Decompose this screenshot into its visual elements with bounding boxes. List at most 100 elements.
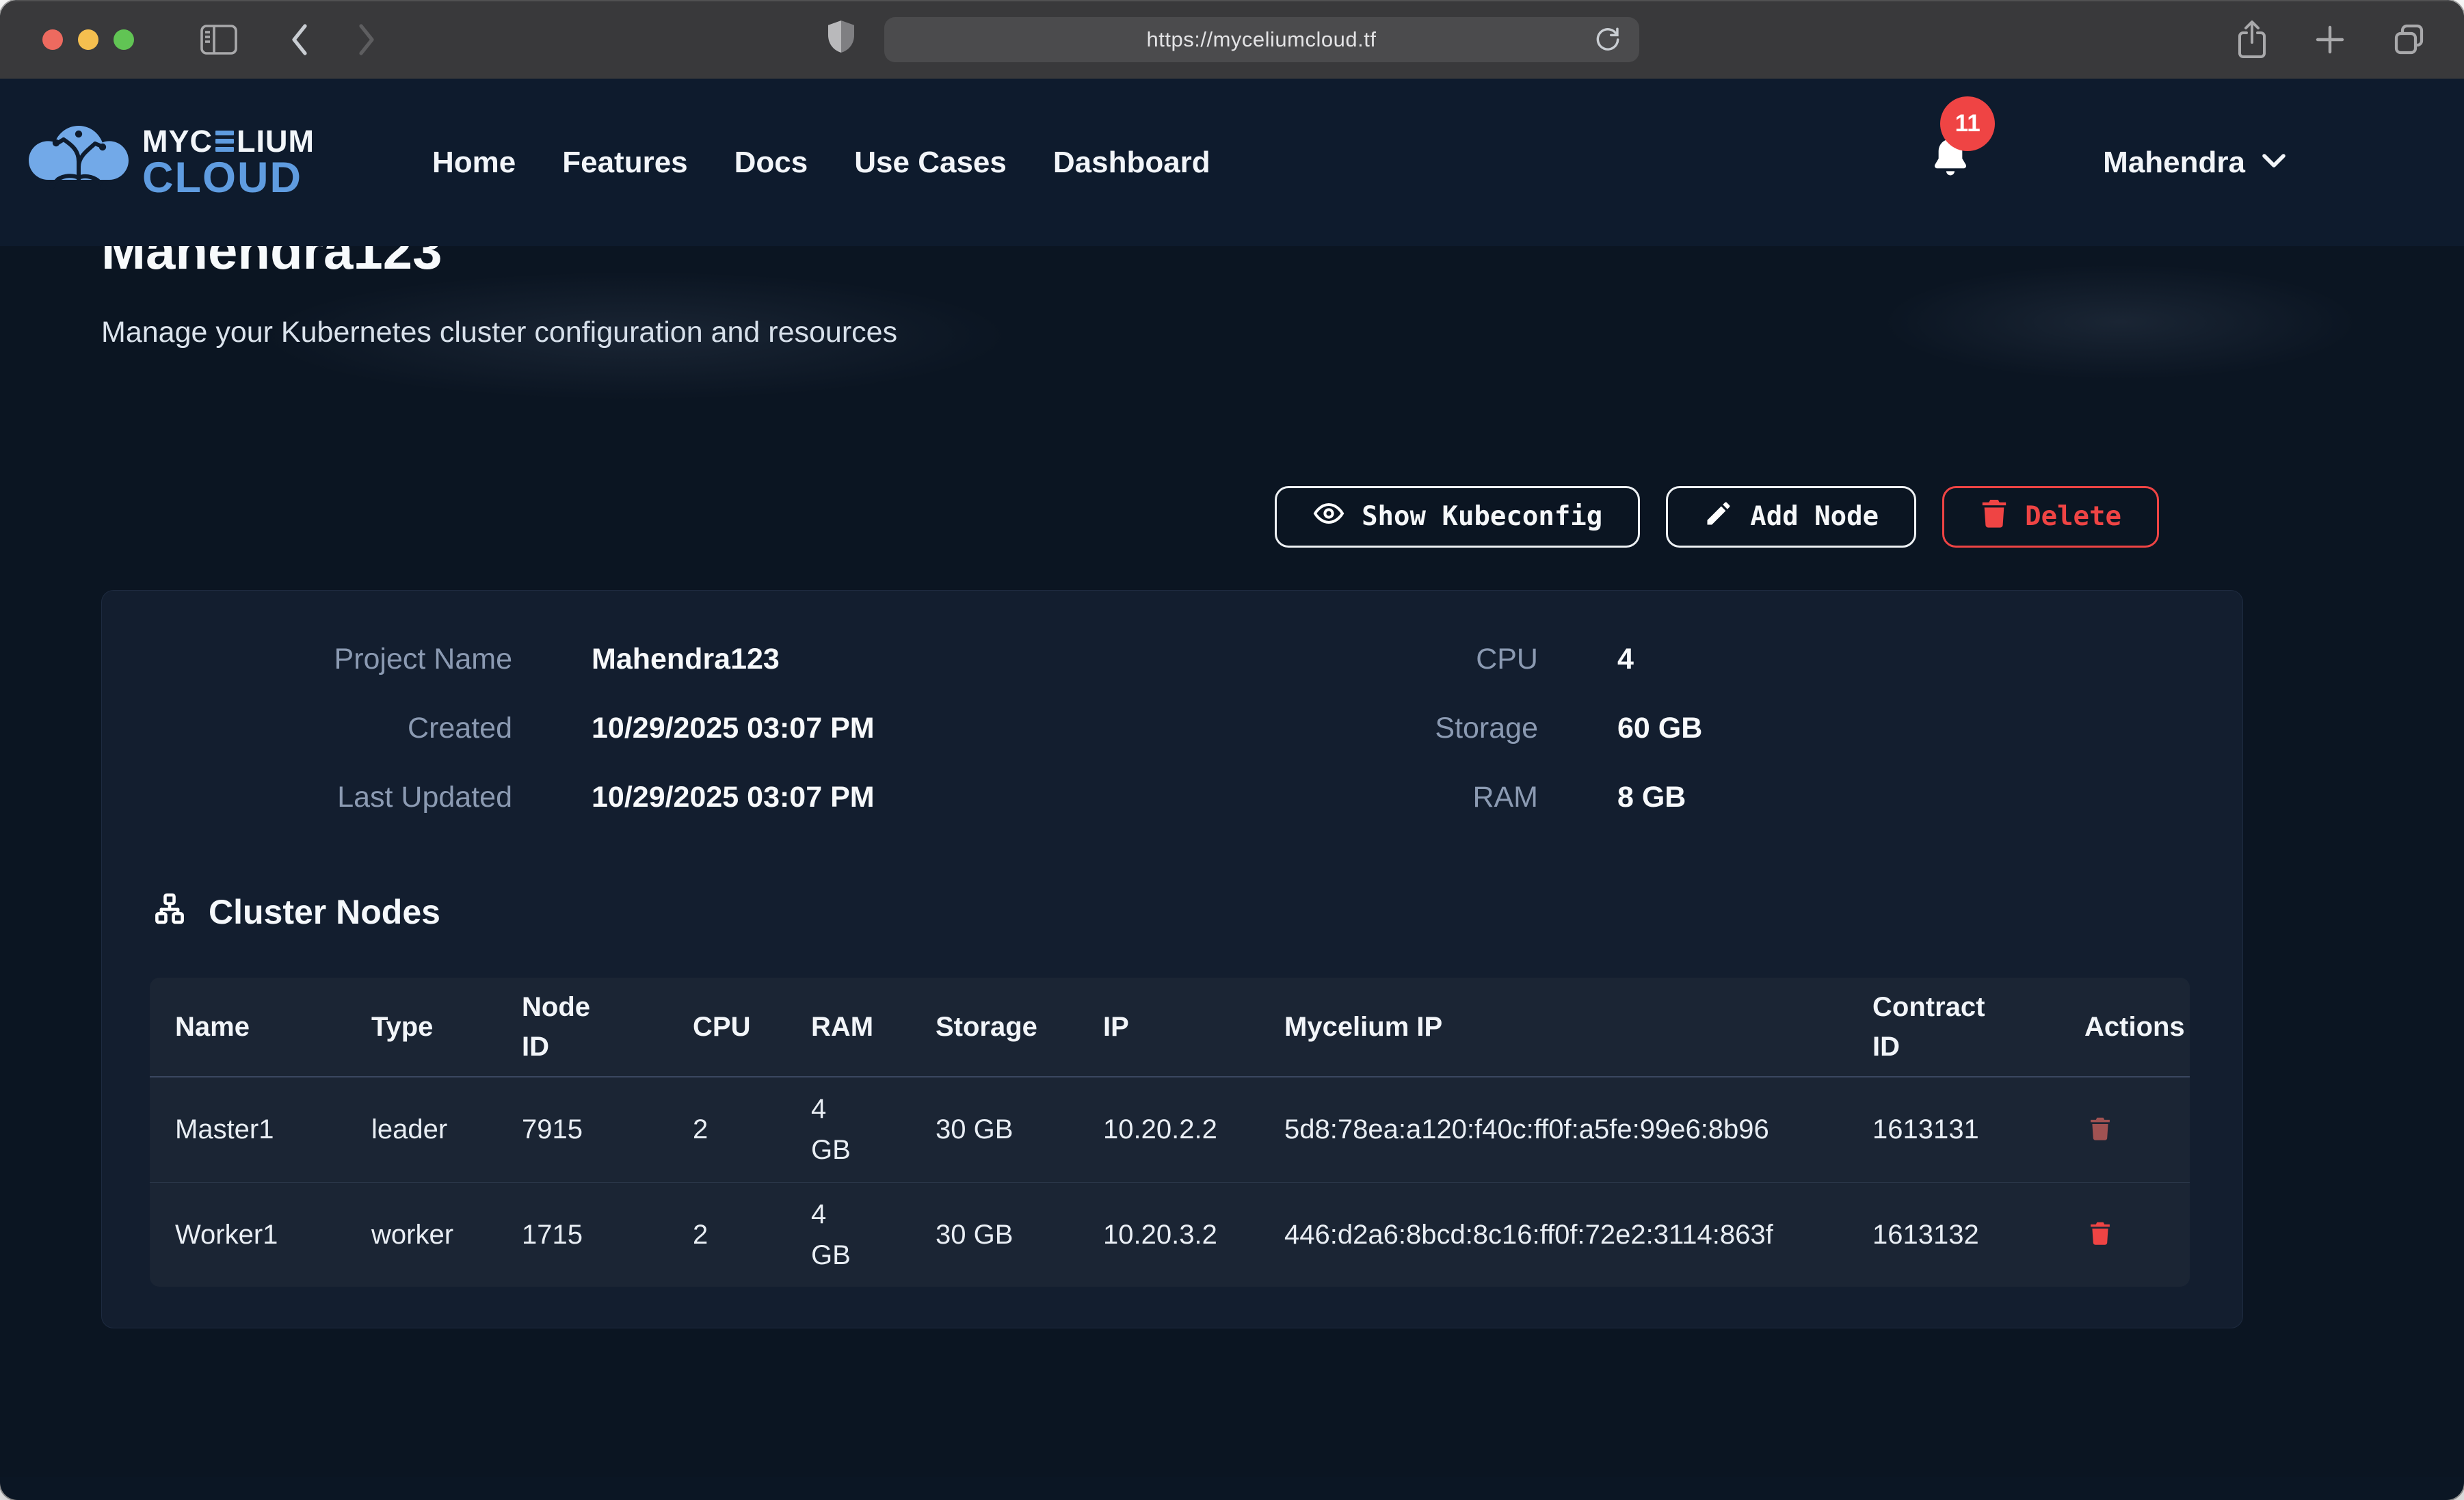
cell-value: 7915 xyxy=(522,1114,583,1144)
show-kubeconfig-button[interactable]: Show Kubeconfig xyxy=(1275,486,1640,548)
column-header-name: Name xyxy=(150,997,346,1056)
nav-link-dashboard[interactable]: Dashboard xyxy=(1053,146,1210,180)
browser-toolbar: https://myceliumcloud.tf xyxy=(0,0,2464,79)
storage-value: 60 GB xyxy=(1617,712,1702,745)
table-body: Master1leader791524 GB30 GB10.20.2.25d8:… xyxy=(150,1077,2190,1287)
cell-value: 30 GB xyxy=(936,1114,1013,1144)
column-header-label: Name xyxy=(175,1007,250,1047)
back-icon xyxy=(286,22,313,57)
cell-actions xyxy=(2059,1207,2190,1262)
ram-value: 8 GB xyxy=(1617,781,1702,814)
cell-value: worker xyxy=(371,1220,453,1250)
add-node-button[interactable]: Add Node xyxy=(1666,486,1916,548)
tab-overview-icon xyxy=(2390,21,2428,59)
add-node-label: Add Node xyxy=(1750,501,1879,532)
created-value: 10/29/2025 03:07 PM xyxy=(592,712,1176,745)
brand-lium: LIUM xyxy=(237,126,315,157)
column-header-ram: RAM xyxy=(786,997,910,1056)
column-header-label: Storage xyxy=(936,1007,1037,1047)
brand-wordmark: MYC LIUM CLOUD xyxy=(142,126,315,200)
nav-link-home[interactable]: Home xyxy=(432,146,516,180)
zoom-icon[interactable] xyxy=(114,29,134,50)
brand-e-glyph-icon xyxy=(215,131,234,152)
column-header-label: Contract ID xyxy=(1872,987,1997,1067)
cell-value: 4 GB xyxy=(811,1088,853,1170)
cell-ram: 4 GB xyxy=(786,1184,910,1285)
column-header-actions: Actions xyxy=(2059,997,2190,1056)
forward-icon xyxy=(353,22,380,57)
delete-node-button[interactable] xyxy=(2084,1216,2116,1253)
table-row: Master1leader791524 GB30 GB10.20.2.25d8:… xyxy=(150,1077,2190,1182)
cell-value: Master1 xyxy=(175,1114,274,1144)
detail-label: CPU xyxy=(1176,643,1538,676)
table-header-row: NameTypeNode IDCPURAMStorageIPMycelium I… xyxy=(150,978,2190,1077)
column-header-label: IP xyxy=(1103,1007,1129,1047)
brand-logo[interactable]: MYC LIUM CLOUD xyxy=(27,120,315,204)
cell-value: Worker1 xyxy=(175,1220,278,1250)
sidebar-toggle-button[interactable] xyxy=(200,24,238,55)
cell-ip: 10.20.3.2 xyxy=(1078,1205,1259,1265)
cell-name: Master1 xyxy=(150,1099,346,1160)
page-subtitle: Manage your Kubernetes cluster configura… xyxy=(101,316,2363,349)
cell-value: 1613131 xyxy=(1872,1114,1979,1144)
user-name: Mahendra xyxy=(2103,146,2245,180)
column-header-label: Type xyxy=(371,1007,433,1047)
mycelium-cloud-logo-icon xyxy=(27,120,130,204)
cell-contract-id: 1613132 xyxy=(1847,1205,2059,1265)
share-button[interactable] xyxy=(2234,19,2270,60)
column-header-storage: Storage xyxy=(910,997,1078,1056)
reload-icon xyxy=(1593,23,1623,56)
details-right: CPU 4 Storage 60 GB RAM 8 GB xyxy=(1176,643,1702,814)
column-header-type: Type xyxy=(346,997,496,1056)
detail-label: Storage xyxy=(1176,712,1538,745)
forward-button[interactable] xyxy=(353,22,380,57)
close-icon[interactable] xyxy=(42,29,63,50)
column-header-contract-id: Contract ID xyxy=(1847,978,2059,1076)
cell-value: 10.20.2.2 xyxy=(1103,1114,1217,1144)
app-navbar: MYC LIUM CLOUD Home Features Docs Use Cases… xyxy=(0,79,2464,246)
delete-label: Delete xyxy=(2025,501,2121,532)
cell-value: 2 xyxy=(693,1114,708,1144)
minimize-icon[interactable] xyxy=(78,29,98,50)
column-header-label: Mycelium IP xyxy=(1284,1007,1442,1047)
cell-value: leader xyxy=(371,1114,447,1144)
nav-link-docs[interactable]: Docs xyxy=(734,146,808,180)
column-header-mycelium-ip: Mycelium IP xyxy=(1259,997,1847,1056)
notifications-button[interactable]: 11 xyxy=(1928,136,1973,189)
browser-window: https://myceliumcloud.tf xyxy=(0,0,2464,1500)
eye-icon xyxy=(1312,497,1345,537)
delete-cluster-button[interactable]: Delete xyxy=(1942,486,2159,548)
detail-label: Created xyxy=(150,712,512,745)
brand-myc: MYC xyxy=(142,126,213,157)
nodes-table: NameTypeNode IDCPURAMStorageIPMycelium I… xyxy=(150,978,2190,1287)
new-tab-button[interactable] xyxy=(2312,22,2348,57)
sidebar-icon xyxy=(200,24,238,55)
shield-icon[interactable] xyxy=(825,18,857,60)
cell-value: 30 GB xyxy=(936,1220,1013,1250)
show-kubeconfig-label: Show Kubeconfig xyxy=(1362,501,1602,532)
tab-overview-button[interactable] xyxy=(2390,21,2428,59)
back-button[interactable] xyxy=(286,22,313,57)
reload-button[interactable] xyxy=(1593,23,1623,56)
bell-icon xyxy=(1928,176,1973,188)
trash-icon xyxy=(1980,498,2009,536)
address-bar[interactable]: https://myceliumcloud.tf xyxy=(884,17,1639,62)
column-header-label: CPU xyxy=(693,1007,750,1047)
cell-node-id: 7915 xyxy=(496,1099,667,1160)
brand-cloud: CLOUD xyxy=(142,154,302,202)
cell-type: leader xyxy=(346,1099,496,1160)
nav-link-features[interactable]: Features xyxy=(562,146,687,180)
detail-label: Last Updated xyxy=(150,781,512,814)
user-menu[interactable]: Mahendra xyxy=(2103,146,2288,180)
nav-link-use-cases[interactable]: Use Cases xyxy=(854,146,1007,180)
cell-cpu: 2 xyxy=(667,1099,786,1160)
delete-node-button[interactable] xyxy=(2084,1112,2116,1148)
cell-mycelium-ip: 446:d2a6:8bcd:8c16:ff0f:72e2:3114:863f xyxy=(1259,1205,1847,1265)
cell-value: 1613132 xyxy=(1872,1220,1979,1250)
cluster-details-card: Project Name Mahendra123 Created 10/29/2… xyxy=(101,590,2243,1328)
cluster-actions: Show Kubeconfig Add Node Delete xyxy=(101,486,2159,548)
sitemap-icon xyxy=(150,891,189,934)
cell-ram: 4 GB xyxy=(786,1079,910,1180)
last-updated-value: 10/29/2025 03:07 PM xyxy=(592,781,1176,814)
cell-storage: 30 GB xyxy=(910,1099,1078,1160)
